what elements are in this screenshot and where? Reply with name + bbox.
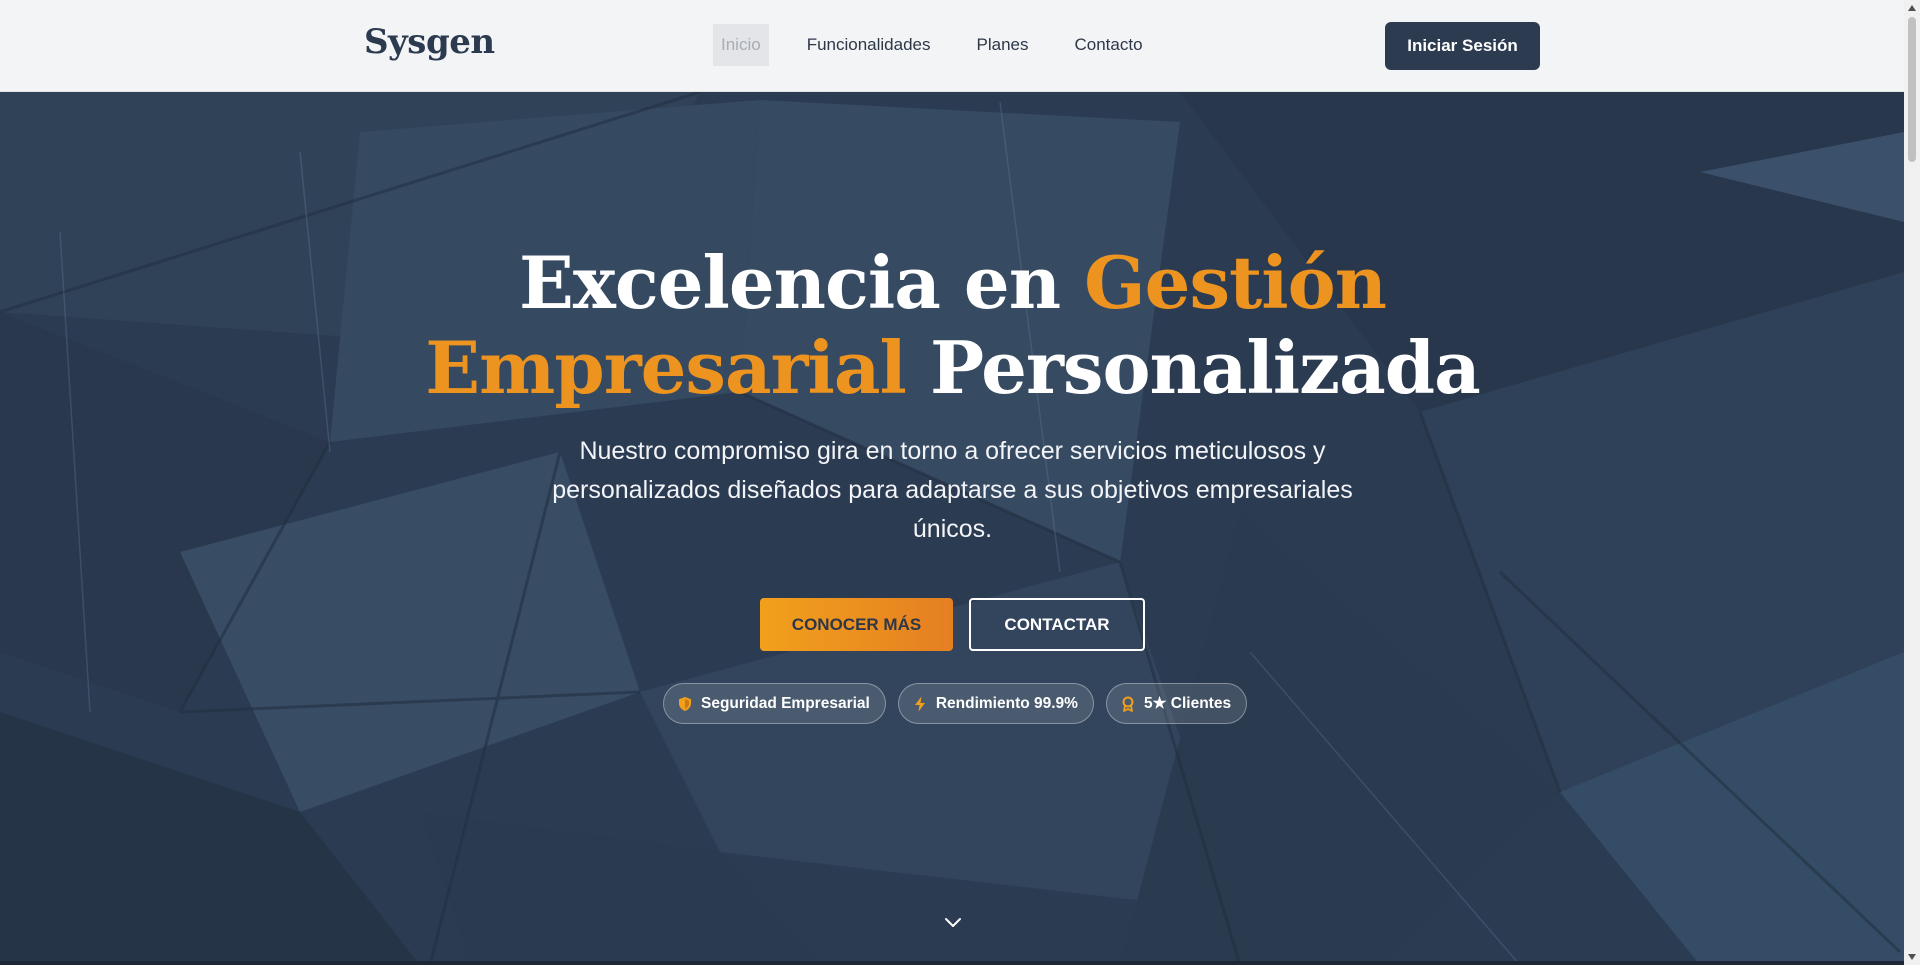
badge-clients-label: 5★ Clientes <box>1143 695 1232 712</box>
nav-item-contacto[interactable]: Contacto <box>1066 24 1150 66</box>
nav-item-planes[interactable]: Planes <box>969 24 1037 66</box>
scroll-up-arrow-icon[interactable] <box>1904 0 1920 16</box>
scrollbar-thumb[interactable] <box>1908 17 1916 162</box>
award-icon <box>1122 696 1134 712</box>
landing-page: Sysgen Inicio Funcionalidades Planes Con… <box>0 0 1920 965</box>
chevron-down-icon[interactable] <box>943 916 963 930</box>
badge-security: Seguridad Empresarial <box>663 683 886 724</box>
brand-logo[interactable]: Sysgen <box>364 22 495 62</box>
badge-performance: Rendimiento 99.9% <box>897 683 1094 724</box>
badge-security-label: Seguridad Empresarial <box>701 694 870 712</box>
hero-section: Excelencia en Gestión Empresarial Person… <box>0 92 1904 965</box>
headline-accent-gestion: Gestión <box>1084 240 1387 325</box>
contact-button[interactable]: CONTACTAR <box>969 598 1145 651</box>
page-bottom-edge <box>0 961 1904 965</box>
lightning-icon <box>914 696 925 711</box>
headline-accent-empresarial: Empresarial <box>425 325 907 410</box>
badge-performance-label: Rendimiento 99.9% <box>935 694 1078 712</box>
login-button[interactable]: Iniciar Sesión <box>1385 22 1540 70</box>
headline-part1: Excelencia en <box>519 240 1085 325</box>
badge-clients: 5★ Clientes <box>1105 683 1248 724</box>
shield-icon <box>679 696 691 711</box>
nav-item-inicio[interactable]: Inicio <box>713 24 769 66</box>
headline-part2: Personalizada <box>905 325 1481 410</box>
scroll-down-arrow-icon[interactable] <box>1904 949 1920 965</box>
nav-item-funcionalidades[interactable]: Funcionalidades <box>799 24 939 66</box>
hero-subtitle: Nuestro compromiso gira en torno a ofrec… <box>552 437 1353 543</box>
hero-headline: Excelencia en Gestión Empresarial Person… <box>360 240 1545 410</box>
main-nav: Inicio Funcionalidades Planes Contacto <box>713 24 1181 66</box>
vertical-scrollbar[interactable] <box>1904 0 1920 965</box>
feature-badges: Seguridad Empresarial Rendimiento 99.9% … <box>663 683 1259 724</box>
top-navbar: Sysgen Inicio Funcionalidades Planes Con… <box>0 0 1904 92</box>
learn-more-button[interactable]: CONOCER MÁS <box>760 598 953 651</box>
